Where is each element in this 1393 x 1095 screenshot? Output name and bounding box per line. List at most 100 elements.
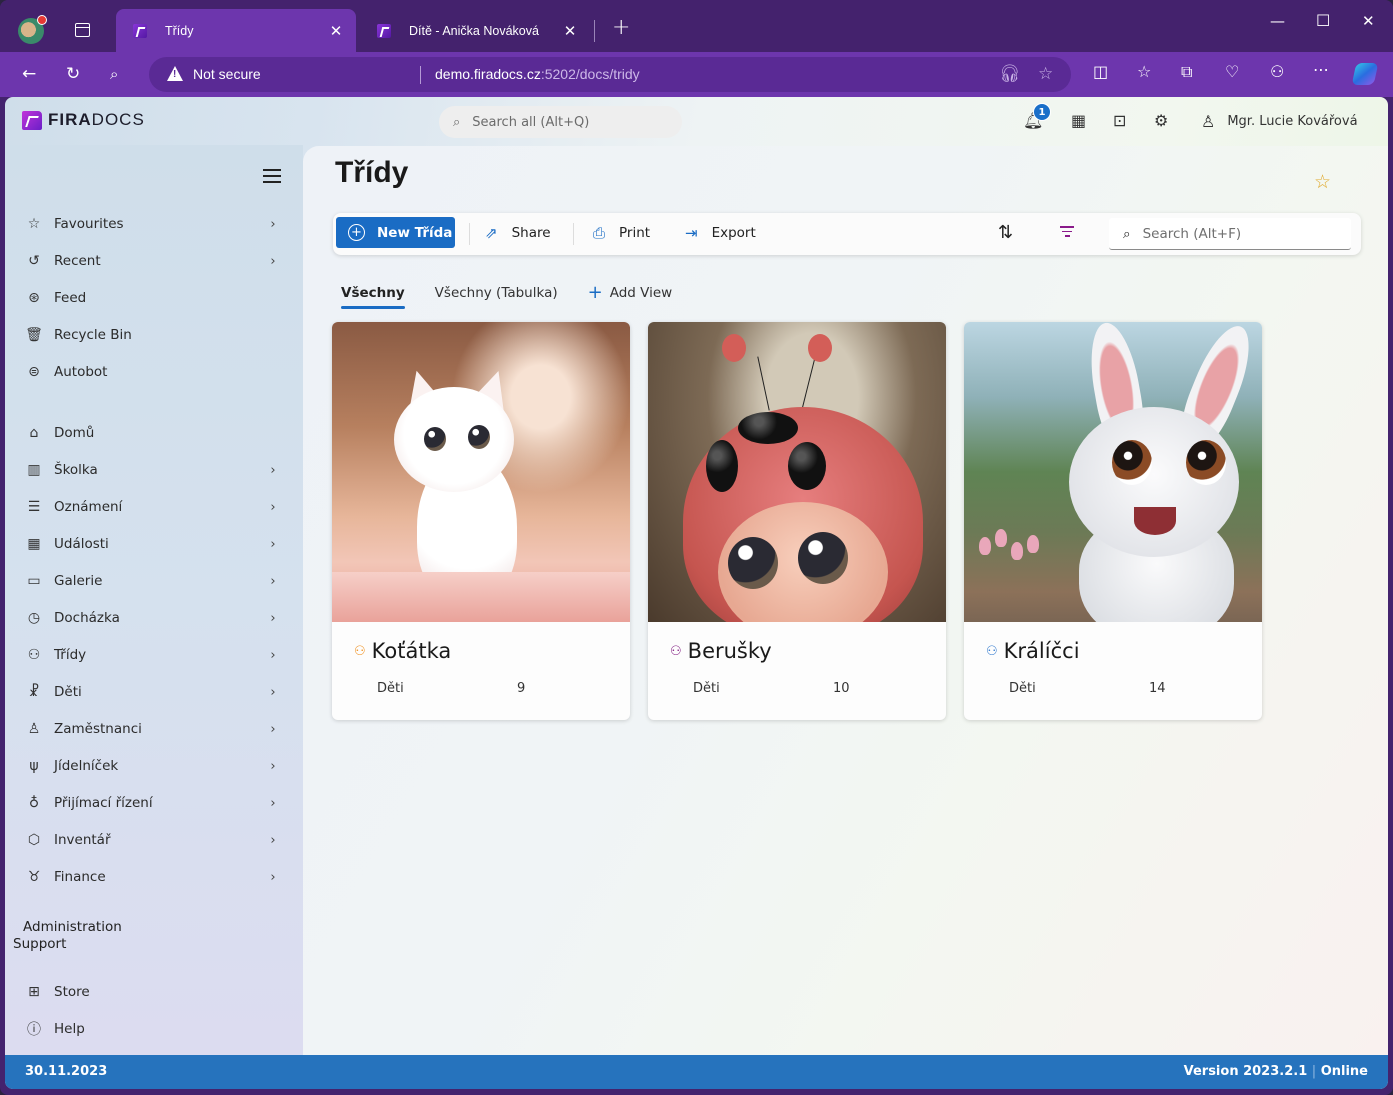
view-tab-vsechny[interactable]: Všechny: [341, 285, 405, 309]
plus-circle-icon: +: [348, 224, 365, 241]
favorites-icon[interactable]: ☆: [1137, 62, 1151, 81]
view-tabs: Všechny Všechny (Tabulka) + Add View: [341, 282, 673, 313]
box-icon: ⬡: [27, 832, 41, 848]
browser-tab-dite[interactable]: Dítě - Anička Nováková ✕: [360, 9, 590, 52]
favorite-star-icon[interactable]: ☆: [1038, 64, 1053, 84]
new-trida-button[interactable]: + New Třída: [336, 217, 455, 248]
security-status[interactable]: Not secure: [193, 66, 261, 82]
feedback-icon[interactable]: ⚇: [1270, 62, 1284, 81]
logo-text: FIRADOCS: [48, 110, 145, 130]
calendar-icon[interactable]: ▦: [1071, 111, 1086, 130]
admission-icon: ♁: [28, 795, 40, 811]
export-button[interactable]: ⇥ Export: [685, 224, 756, 242]
share-button[interactable]: ⇗ Share: [485, 224, 551, 242]
plus-icon: +: [587, 282, 603, 303]
maximize-button[interactable]: ☐: [1316, 11, 1330, 30]
browser-tab-tridy[interactable]: Třídy ✕: [116, 9, 356, 52]
rss-icon: ⊛: [28, 290, 40, 306]
browser-essentials-icon[interactable]: ♡: [1225, 62, 1239, 81]
inbox-icon[interactable]: ⊡: [1113, 111, 1126, 130]
sidebar-item-feed[interactable]: ⊛ Feed: [25, 283, 280, 313]
export-label: Export: [711, 225, 756, 241]
chevron-right-icon: ›: [270, 647, 276, 663]
sidebar-item-recycle-bin[interactable]: 🗑︎ Recycle Bin: [25, 320, 280, 350]
sidebar-item-zamestnanci[interactable]: ♙ Zaměstnanci ›: [25, 714, 280, 744]
sidebar-item-tridy[interactable]: ⚇ Třídy ›: [25, 640, 280, 670]
close-tab-icon[interactable]: ✕: [560, 22, 580, 40]
sidebar-item-autobot[interactable]: ⊜ Autobot: [25, 357, 280, 387]
sidebar-item-recent[interactable]: ↺ Recent ›: [25, 246, 280, 276]
app-header: FIRADOCS ⌕ Search all (Alt+Q) 🔔︎ 1 ▦ ⊡ ⚙…: [5, 97, 1388, 145]
read-aloud-icon[interactable]: 🎧︎: [999, 64, 1021, 84]
add-to-favourites-star-icon[interactable]: ☆: [1314, 171, 1331, 193]
hamburger-menu-icon[interactable]: [263, 169, 281, 183]
tab-title: Třídy: [165, 23, 194, 38]
sidebar-item-help[interactable]: ⓘ Help: [25, 1014, 280, 1044]
sidebar-item-galerie[interactable]: ▭ Galerie ›: [25, 566, 280, 596]
sidebar-item-dochazka[interactable]: ◷ Docházka ›: [25, 603, 280, 633]
connection-status: Online: [1320, 1064, 1368, 1079]
class-name[interactable]: ⚇ Berušky: [670, 639, 772, 663]
status-version: Version 2023.2.1 | Online: [1184, 1064, 1368, 1079]
kitten-image: [332, 322, 630, 622]
sidebar-item-skolka[interactable]: ▥ Školka ›: [25, 455, 280, 485]
section-support[interactable]: Support: [13, 936, 66, 952]
class-name[interactable]: ⚇ Králíčci: [986, 639, 1080, 663]
user-menu[interactable]: ♙ Mgr. Lucie Kovářová: [1201, 112, 1358, 131]
sidebar-item-deti[interactable]: ☧ Děti ›: [25, 677, 280, 707]
section-administration[interactable]: Administration: [23, 919, 122, 935]
view-tab-vsechny-tabulka[interactable]: Všechny (Tabulka): [435, 285, 558, 307]
field-label: Děti: [377, 681, 404, 696]
close-window-button[interactable]: ✕: [1362, 12, 1375, 30]
collections-icon[interactable]: ⧉: [1181, 62, 1192, 82]
sidebar-item-oznameni[interactable]: ☰ Oznámení ›: [25, 492, 280, 522]
search-icon[interactable]: ⌕: [110, 65, 118, 83]
more-icon[interactable]: ⋯: [1313, 60, 1329, 79]
sidebar-item-label: Galerie: [54, 573, 103, 589]
sidebar-item-label: Děti: [54, 684, 82, 700]
class-card[interactable]: ⚇ Koťátka Děti 9: [332, 322, 630, 720]
url-text[interactable]: demo.firadocs.cz:5202/docs/tridy: [435, 66, 640, 82]
list-search-input[interactable]: ⌕ Search (Alt+F): [1109, 218, 1351, 250]
sidebar-item-favourites[interactable]: ☆ Favourites ›: [25, 209, 280, 239]
refresh-icon[interactable]: ↻: [66, 64, 80, 84]
profile-avatar[interactable]: [18, 15, 47, 44]
sidebar-item-finance[interactable]: ♉ Finance ›: [25, 862, 280, 892]
sidebar-item-label: Oznámení: [54, 499, 123, 515]
sidebar-item-jidelnicek[interactable]: ψ Jídelníček ›: [25, 751, 280, 781]
minimize-button[interactable]: —: [1270, 12, 1285, 30]
sidebar-item-domu[interactable]: ⌂ Domů: [25, 418, 280, 448]
workspaces-icon[interactable]: [75, 23, 90, 37]
status-bar: 30.11.2023 Version 2023.2.1 | Online: [5, 1055, 1388, 1089]
class-card[interactable]: ⚇ Berušky Děti 10: [648, 322, 946, 720]
split-screen-icon[interactable]: ◫: [1093, 62, 1108, 81]
piggy-bank-icon: ♉: [27, 869, 41, 885]
add-view-button[interactable]: + Add View: [587, 282, 673, 303]
sidebar-item-prijimaci-rizeni[interactable]: ♁ Přijímací řízení ›: [25, 788, 280, 818]
sidebar-item-label: Feed: [54, 290, 87, 306]
sidebar-item-store[interactable]: ⊞ Store: [25, 977, 280, 1007]
field-value: 9: [517, 681, 526, 696]
filter-icon[interactable]: [1060, 226, 1074, 240]
sidebar-item-udalosti[interactable]: ▦ Události ›: [25, 529, 280, 559]
sidebar-item-inventar[interactable]: ⬡ Inventář ›: [25, 825, 280, 855]
close-tab-icon[interactable]: ✕: [326, 22, 346, 40]
copilot-icon[interactable]: [1351, 63, 1379, 85]
chevron-right-icon: ›: [270, 253, 276, 269]
back-icon[interactable]: ←: [22, 64, 36, 84]
address-bar[interactable]: Not secure demo.firadocs.cz:5202/docs/tr…: [149, 57, 1071, 92]
global-search-input[interactable]: ⌕ Search all (Alt+Q): [439, 106, 682, 138]
chevron-right-icon: ›: [270, 536, 276, 552]
help-icon: ⓘ: [27, 1022, 41, 1038]
sidebar-item-label: Domů: [54, 425, 95, 441]
firadocs-logo[interactable]: FIRADOCS: [22, 110, 145, 130]
class-card[interactable]: ⚇ Králíčci Děti 14: [964, 322, 1262, 720]
search-icon: ⌕: [453, 114, 461, 130]
child-icon: ☧: [28, 684, 40, 700]
new-tab-button[interactable]: +: [612, 15, 630, 40]
sort-icon[interactable]: ⇅: [998, 222, 1013, 243]
chevron-right-icon: ›: [270, 573, 276, 589]
print-button[interactable]: ⎙ Print: [593, 224, 650, 242]
settings-gear-icon[interactable]: ⚙: [1154, 111, 1168, 130]
class-name[interactable]: ⚇ Koťátka: [354, 639, 451, 663]
